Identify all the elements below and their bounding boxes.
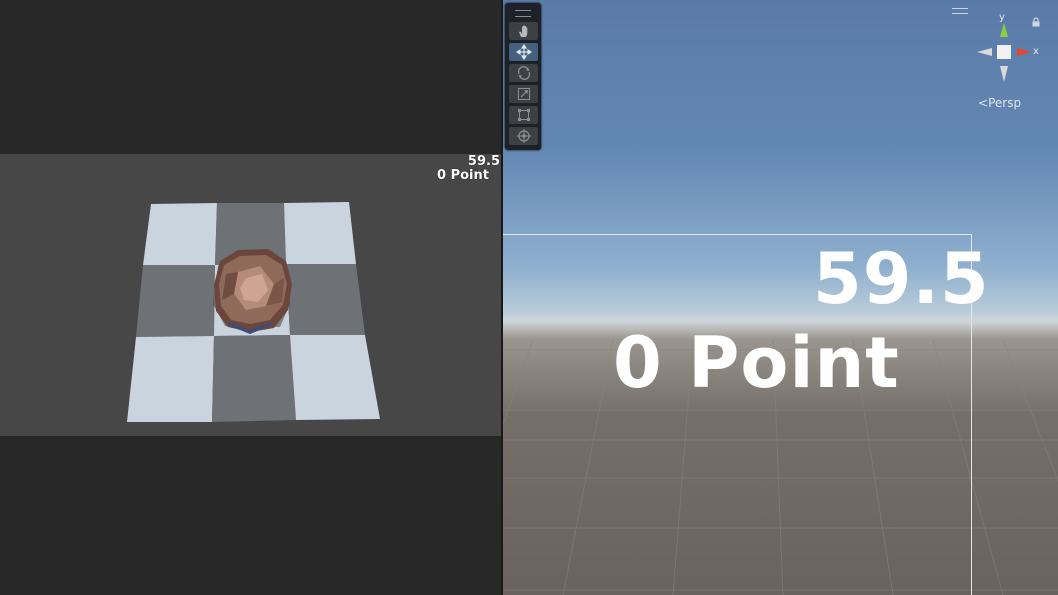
gizmo-y-label: y bbox=[999, 12, 1005, 23]
rect-tool-button[interactable] bbox=[509, 106, 538, 124]
score-text: 0 Point bbox=[437, 168, 489, 183]
transform-tool-button[interactable] bbox=[509, 127, 538, 145]
board-tile bbox=[212, 335, 296, 422]
board-tile bbox=[284, 202, 356, 264]
palette-drag-handle[interactable] bbox=[515, 10, 531, 17]
hand-tool-button[interactable] bbox=[509, 22, 538, 40]
game-viewport[interactable]: 59.5 0 Point bbox=[0, 154, 501, 436]
overlay-menu-handle[interactable] bbox=[952, 8, 968, 14]
scale-tool-button[interactable] bbox=[509, 85, 538, 103]
move-arrows-icon bbox=[515, 44, 532, 60]
gizmo-z-axis bbox=[1011, 47, 1017, 55]
rect-transform-icon bbox=[517, 109, 530, 121]
board-tile bbox=[290, 335, 380, 420]
rotate-icon bbox=[517, 66, 530, 80]
move-tool-button[interactable] bbox=[509, 43, 538, 61]
game-view[interactable]: 59.5 0 Point bbox=[0, 0, 501, 595]
hand-icon bbox=[518, 25, 527, 37]
orientation-gizmo[interactable] bbox=[973, 10, 1053, 90]
world-timer-text[interactable]: 59.5 bbox=[813, 236, 989, 322]
gizmo-neg-x-axis bbox=[977, 48, 992, 56]
board-tile bbox=[143, 203, 217, 265]
tool-palette bbox=[505, 3, 541, 150]
board-tile bbox=[286, 264, 365, 335]
gizmo-center-cube bbox=[997, 45, 1011, 59]
scene-view[interactable]: y x <Persp 59.5 0 Point bbox=[503, 0, 1058, 595]
scale-icon bbox=[517, 88, 530, 100]
gizmo-neg-y-axis bbox=[1000, 66, 1008, 82]
projection-toggle[interactable]: <Persp bbox=[978, 96, 1021, 110]
world-score-text[interactable]: 0 Point bbox=[613, 318, 900, 408]
rotate-tool-button[interactable] bbox=[509, 64, 538, 82]
transform-icon bbox=[516, 129, 531, 143]
projection-glyph: < bbox=[978, 96, 989, 110]
board-tile bbox=[136, 265, 215, 337]
board-tile bbox=[127, 336, 214, 422]
gizmo-y-axis bbox=[1000, 23, 1008, 37]
bowl-object bbox=[213, 249, 292, 334]
projection-label: Persp bbox=[988, 96, 1022, 110]
gizmo-x-axis bbox=[1017, 48, 1031, 56]
game-scene-render bbox=[127, 202, 380, 422]
gizmo-x-label: x bbox=[1033, 46, 1039, 57]
timer-text: 59.5 bbox=[467, 154, 500, 169]
